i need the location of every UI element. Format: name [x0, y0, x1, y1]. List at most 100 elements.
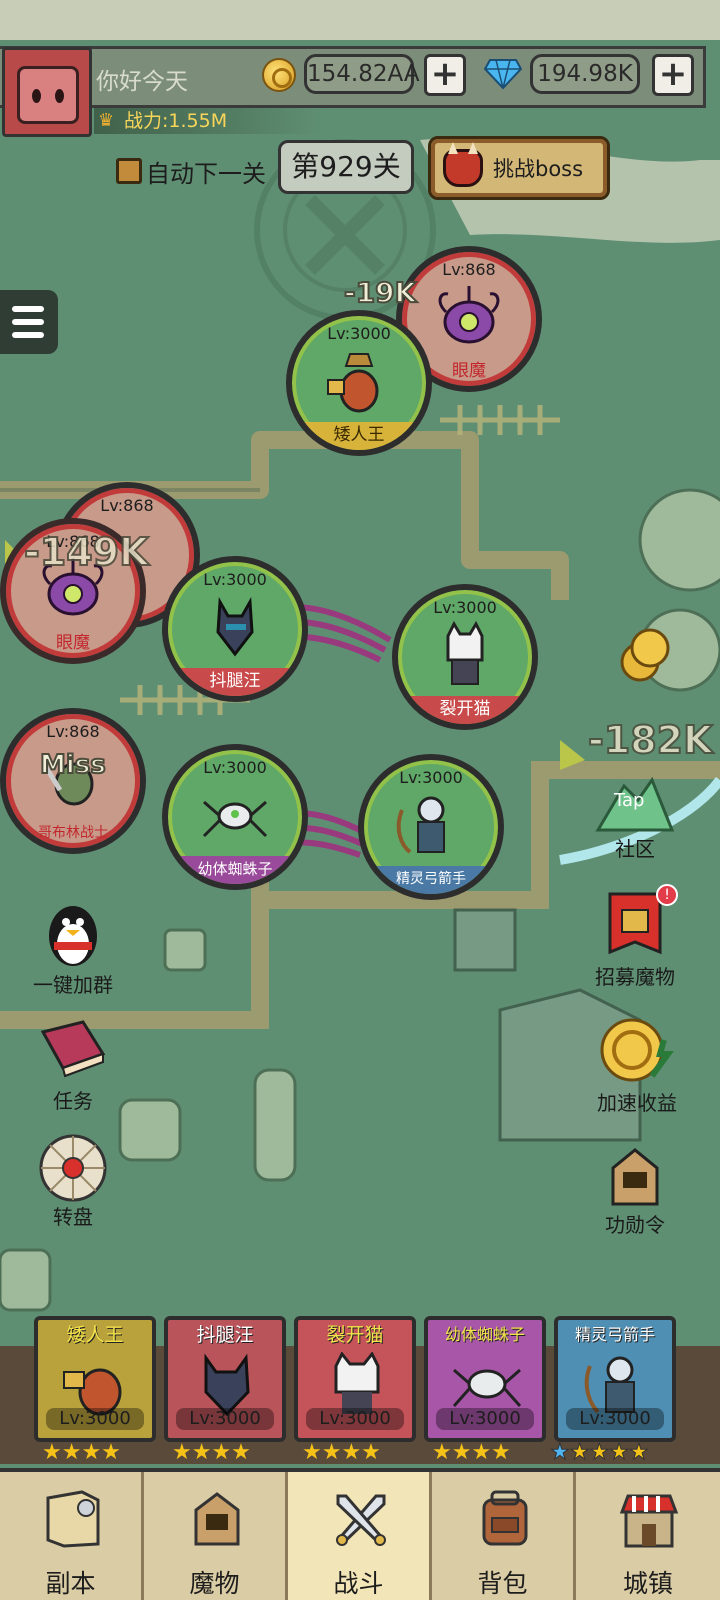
crossed-swords-icon [335, 1494, 387, 1547]
stage-number: 第929关 [278, 140, 414, 194]
enemy-level: Lv:868 [100, 496, 154, 515]
add-gems-button[interactable]: + [652, 54, 694, 96]
hero-stars: ★★★★ [432, 1440, 511, 1465]
nav-label: 战斗 [333, 1569, 384, 1598]
damage-number: -19K [343, 275, 417, 310]
notification-badge-icon: ! [656, 884, 678, 906]
lucky-wheel-label: 转盘 [53, 1205, 93, 1229]
damage-number: -182K [587, 717, 714, 763]
nav-label: 魔物 [189, 1569, 240, 1598]
tap-text: Tap [614, 790, 645, 811]
hero-level: Lv:3000 [566, 1408, 664, 1430]
nav-dungeon[interactable]: 副本 [0, 1472, 144, 1600]
recruit-monster-label: 招募魔物 [595, 965, 675, 989]
merit-order-button[interactable]: 功勋令 [594, 1144, 676, 1238]
gold-amount: 154.82AA [304, 54, 420, 94]
tasks-button[interactable]: 任务 [34, 1018, 112, 1114]
nav-label: 城镇 [622, 1569, 673, 1598]
dwarf-king-icon [63, 1368, 122, 1416]
ally-unit[interactable]: Lv:3000 抖腿汪 [162, 556, 308, 702]
hamburger-line [12, 319, 44, 325]
add-gold-button[interactable]: + [424, 54, 466, 96]
lucky-wheel-button[interactable]: 转盘 [34, 1132, 112, 1230]
penguin-icon [49, 906, 97, 966]
auto-next-label: 自动下一关 [146, 160, 266, 188]
spider-icon [202, 800, 268, 838]
hero-name: 精灵弓箭手 [574, 1325, 655, 1344]
wheel-icon [39, 1134, 107, 1202]
gold-coin-icon [262, 58, 296, 92]
hero-name: 裂开猫 [326, 1324, 384, 1346]
combat-power-text: 战力:1.55M [124, 110, 228, 132]
gem-amount: 194.98K [530, 54, 640, 94]
ally-unit[interactable]: Lv:3000 精灵弓箭手 [358, 754, 504, 900]
elf-archer-icon [584, 1356, 635, 1414]
nav-backpack[interactable]: 背包 [432, 1472, 576, 1600]
hero-stars: ★★★★ [42, 1440, 121, 1465]
community-button[interactable]: Tap 社区 [594, 776, 676, 862]
hero-card[interactable]: 精灵弓箭手 Lv:3000 [554, 1316, 676, 1442]
enemy-level: Lv:868 [46, 722, 100, 741]
cat-girl-icon [446, 620, 484, 685]
ally-level: Lv:3000 [327, 324, 391, 343]
nav-label: 背包 [477, 1569, 528, 1598]
werewolf-icon [216, 596, 254, 657]
hero-stars: ★★★★★ [550, 1440, 650, 1465]
speed-income-label: 加速收益 [597, 1091, 677, 1115]
ally-name: 裂开猫 [398, 696, 532, 724]
coin-up-arrow-icon [600, 1018, 674, 1082]
combat-power: ♛ 战力:1.55M [94, 108, 324, 134]
hero-level: Lv:3000 [306, 1408, 404, 1430]
join-group-label: 一键加群 [33, 973, 113, 997]
cat-girl-icon [334, 1352, 380, 1414]
player-avatar[interactable] [2, 47, 92, 137]
hero-level: Lv:3000 [46, 1408, 144, 1430]
ally-unit[interactable]: Lv:3000 裂开猫 [392, 584, 538, 730]
auto-next-checkbox[interactable] [116, 158, 142, 184]
ally-unit[interactable]: Lv:3000 矮人王 [286, 310, 432, 456]
recruit-monster-button[interactable]: ! 招募魔物 [592, 884, 678, 990]
hero-stars: ★★★★ [302, 1440, 381, 1465]
hero-card[interactable]: 矮人王 Lv:3000 [34, 1316, 156, 1442]
ally-name: 抖腿汪 [168, 668, 302, 696]
ally-level: Lv:3000 [433, 598, 497, 617]
hero-card[interactable]: 裂开猫 Lv:3000 [294, 1316, 416, 1442]
hero-name: 幼体蜘蛛子 [444, 1325, 525, 1344]
miss-text: Miss [39, 749, 107, 781]
challenge-boss-button[interactable]: 挑战boss [428, 136, 610, 200]
monster-helmet-icon [194, 1492, 240, 1546]
spider-icon [452, 1368, 522, 1407]
hamburger-line [12, 332, 44, 338]
backpack-icon [482, 1490, 528, 1546]
power-icon: ♛ [98, 110, 115, 131]
ally-name: 幼体蜘蛛子 [168, 856, 302, 884]
ally-level: Lv:3000 [203, 570, 267, 589]
enemy-name: 眼魔 [56, 633, 90, 653]
player-name: 你好今天 [96, 69, 188, 95]
elf-archer-icon [396, 796, 445, 854]
hero-card[interactable]: 抖腿汪 Lv:3000 [164, 1316, 286, 1442]
hero-card[interactable]: 幼体蜘蛛子 Lv:3000 [424, 1316, 546, 1442]
speed-income-button[interactable]: 加速收益 [596, 1014, 678, 1116]
enemy-name: 哥布林战士 [38, 825, 108, 841]
nav-town[interactable]: 城镇 [576, 1472, 720, 1600]
tasks-label: 任务 [53, 1089, 93, 1113]
bottom-navigation: 副本 魔物 战斗 背包 城镇 [0, 1468, 720, 1600]
join-group-button[interactable]: 一键加群 [33, 898, 113, 998]
avatar-face [17, 66, 79, 124]
community-label: 社区 [615, 837, 655, 861]
star-icon: ★ [550, 1440, 571, 1465]
boss-demon-icon [443, 142, 483, 187]
nav-battle[interactable]: 战斗 [288, 1472, 432, 1600]
book-icon [40, 1020, 106, 1078]
star-icon: ★ [589, 1440, 610, 1465]
ally-unit[interactable]: Lv:3000 幼体蜘蛛子 [162, 744, 308, 890]
hero-name: 抖腿汪 [196, 1324, 254, 1346]
shop-building-icon [619, 1494, 679, 1548]
enemy-unit[interactable]: Lv:868 哥布林战士 [0, 708, 146, 854]
nav-monsters[interactable]: 魔物 [144, 1472, 288, 1600]
hero-name: 矮人王 [66, 1324, 124, 1346]
hero-level: Lv:3000 [176, 1408, 274, 1430]
diamond-icon [484, 59, 522, 90]
menu-button[interactable] [0, 290, 58, 354]
